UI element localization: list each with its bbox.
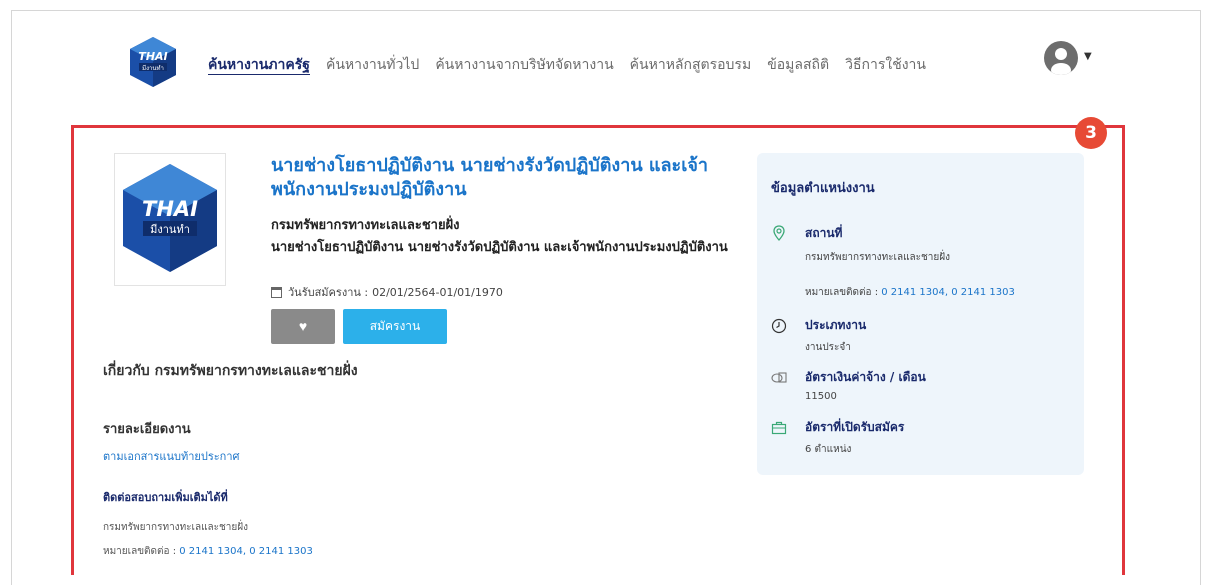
- heart-icon: ♥: [298, 318, 308, 334]
- briefcase-icon: [771, 421, 787, 435]
- job-title[interactable]: นายช่างโยธาปฏิบัติงาน นายช่างรังวัดปฏิบั…: [271, 154, 741, 202]
- job-type-label: ประเภทงาน: [805, 318, 867, 332]
- apply-date-label: วันรับสมัครงาน :: [288, 286, 369, 299]
- svg-text:มีงานทำ: มีงานทำ: [150, 223, 190, 236]
- nav-link-training-courses[interactable]: ค้นหาหลักสูตรอบรม: [630, 54, 752, 76]
- position-name: นายช่างโยธาปฏิบัติงาน นายช่างรังวัดปฏิบั…: [271, 240, 728, 255]
- contact-phone: หมายเลขติดต่อ : 0 2141 1304, 0 2141 1303: [103, 544, 313, 559]
- contact-phone-label: หมายเลขติดต่อ :: [103, 546, 177, 557]
- apply-date-value: 02/01/2564-01/01/1970: [372, 285, 503, 299]
- job-type-value: งานประจำ: [805, 342, 851, 353]
- top-navbar: THAI มีงานทำ ค้นหางานภาครัฐ ค้นหางานทั่ว…: [12, 11, 1200, 111]
- panel-title: ข้อมูลตำแหน่งงาน: [771, 181, 875, 196]
- nav-link-agency-jobs[interactable]: ค้นหางานจากบริษัทจัดหางาน: [435, 54, 613, 76]
- about-company-heading: เกี่ยวกับ กรมทรัพยากรทางทะเลและชายฝั่ง: [103, 363, 358, 379]
- salary-value: 11500: [805, 391, 837, 402]
- apply-button[interactable]: สมัครงาน: [343, 309, 447, 344]
- svg-text:THAI: THAI: [142, 197, 198, 221]
- site-logo[interactable]: THAI มีงานทำ: [127, 36, 179, 88]
- nav-link-government-jobs[interactable]: ค้นหางานภาครัฐ: [208, 54, 310, 76]
- location-pin-icon: [773, 225, 785, 241]
- user-avatar[interactable]: [1044, 41, 1078, 75]
- openings-value: 6 ตำแหน่ง: [805, 444, 852, 455]
- panel-phone: หมายเลขติดต่อ : 0 2141 1304, 0 2141 1303: [805, 285, 1015, 300]
- contact-phone-number[interactable]: 0 2141 1304, 0 2141 1303: [179, 546, 313, 557]
- job-details-heading: รายละเอียดงาน: [103, 422, 191, 437]
- annotation-number-badge: 3: [1075, 117, 1107, 149]
- openings-label: อัตราที่เปิดรับสมัคร: [805, 420, 905, 434]
- job-info-panel: ข้อมูลตำแหน่งงาน สถานที่ กรมทรัพยากรทางท…: [757, 153, 1084, 475]
- apply-date: วันรับสมัครงาน : 02/01/2564-01/01/1970: [271, 283, 503, 301]
- main-menu: ค้นหางานภาครัฐ ค้นหางานทั่วไป ค้นหางานจา…: [208, 54, 942, 76]
- location-value: กรมทรัพยากรทางทะเลและชายฝั่ง: [805, 252, 951, 263]
- money-icon: [771, 372, 787, 383]
- company-logo: THAI มีงานทำ: [114, 153, 226, 286]
- job-details-link[interactable]: ตามเอกสารแนบท้ายประกาศ: [103, 447, 239, 465]
- salary-label: อัตราเงินค่าจ้าง / เดือน: [805, 370, 926, 384]
- chevron-down-icon[interactable]: ▼: [1084, 51, 1092, 62]
- svg-text:THAI: THAI: [138, 50, 167, 63]
- favorite-button[interactable]: ♥: [271, 309, 335, 344]
- nav-link-statistics[interactable]: ข้อมูลสถิติ: [767, 54, 829, 76]
- panel-phone-number[interactable]: 0 2141 1304, 0 2141 1303: [881, 287, 1015, 298]
- company-name: กรมทรัพยากรทางทะเลและชายฝั่ง: [271, 218, 460, 233]
- calendar-icon: [271, 286, 282, 298]
- clock-icon: [771, 318, 787, 334]
- panel-phone-label: หมายเลขติดต่อ :: [805, 287, 879, 298]
- nav-link-how-to-use[interactable]: วิธีการใช้งาน: [845, 54, 926, 76]
- contact-heading: ติดต่อสอบถามเพิ่มเติมได้ที่: [103, 491, 228, 504]
- location-label: สถานที่: [805, 226, 843, 240]
- nav-link-general-jobs[interactable]: ค้นหางานทั่วไป: [326, 54, 419, 76]
- svg-text:มีงานทำ: มีงานทำ: [142, 64, 164, 72]
- contact-company: กรมทรัพยากรทางทะเลและชายฝั่ง: [103, 522, 249, 533]
